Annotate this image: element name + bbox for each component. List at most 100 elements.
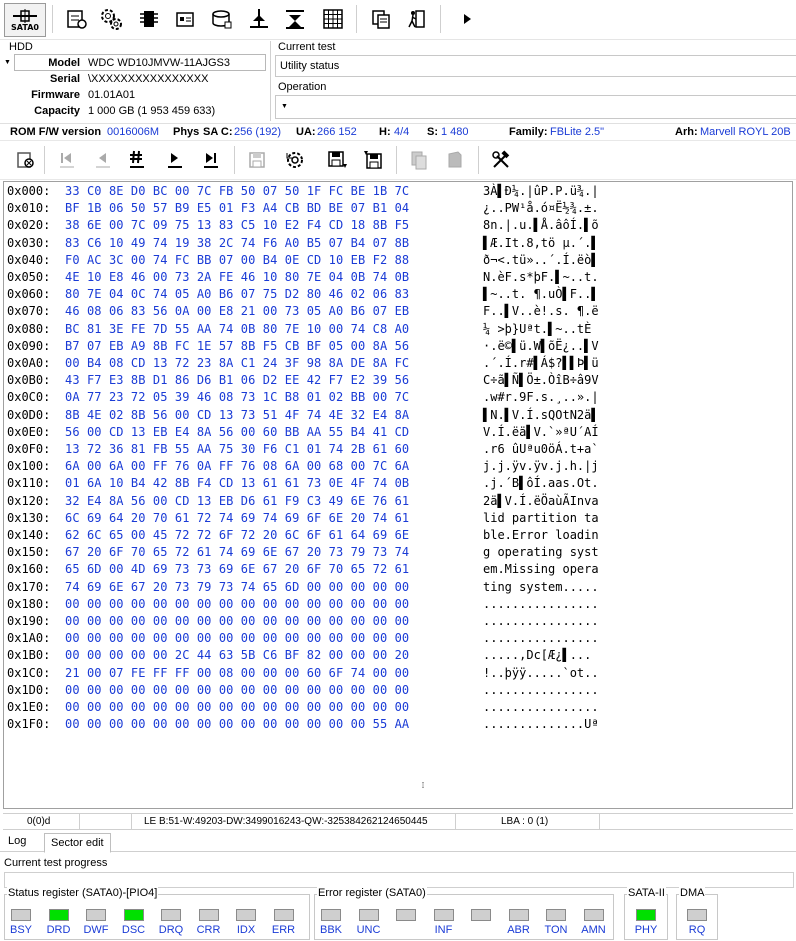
hex-bytes[interactable]: 0A 77 23 72 05 39 46 08 73 1C B8 01 02 B…	[65, 390, 409, 404]
tab-sector-edit[interactable]: Sector edit	[44, 833, 111, 853]
hex-bytes[interactable]: 46 08 06 83 56 0A 00 E8 21 00 73 05 A0 B…	[65, 304, 409, 318]
hex-bytes[interactable]: 32 E4 8A 56 00 CD 13 EB D6 61 F9 C3 49 6…	[65, 494, 409, 508]
first-sector-icon	[60, 153, 74, 168]
sector-open-button[interactable]	[10, 145, 40, 175]
first-sector-button[interactable]	[52, 145, 82, 175]
hex-ascii[interactable]: 3À▌Ð¼.|ûP.P.ü¾.|	[483, 184, 599, 198]
test-button[interactable]	[280, 4, 310, 34]
hex-bytes[interactable]: 38 6E 00 7C 09 75 13 83 C5 10 E2 F4 CD 1…	[65, 218, 409, 232]
read-sector-button[interactable]	[322, 145, 352, 175]
sata-connect-button[interactable]: SATA0	[4, 3, 46, 37]
hex-ascii[interactable]: j.j.ÿv.ÿv.j.h.|j	[483, 459, 599, 473]
hex-bytes[interactable]: 67 20 6F 70 65 72 61 74 69 6E 67 20 73 7…	[65, 545, 409, 559]
hex-offset: 0x110:	[7, 476, 51, 491]
hex-bytes[interactable]: 00 00 00 00 00 00 00 00 00 00 00 00 00 0…	[65, 700, 409, 714]
hex-editor[interactable]: 0x000: 33 C0 8E D0 BC 00 7C FB 50 07 50 1…	[3, 181, 793, 809]
hex-bytes[interactable]: 65 6D 00 4D 69 73 73 69 6E 67 20 6F 70 6…	[65, 562, 409, 576]
hex-ascii[interactable]: ð¬<.tü»..´.Í.ëò▌	[483, 253, 599, 267]
hex-bytes[interactable]: 00 00 00 00 00 00 00 00 00 00 00 00 00 0…	[65, 717, 409, 731]
current-test-panel: Current test Utility status	[270, 41, 796, 81]
hex-ascii[interactable]: ·.ë©▌ü.W▌õË¿..▌V	[483, 339, 599, 353]
settings-button[interactable]	[96, 4, 126, 34]
tab-log[interactable]: Log	[2, 832, 32, 852]
hex-bytes[interactable]: 00 00 00 00 00 00 00 00 00 00 00 00 00 0…	[65, 597, 409, 611]
error-led	[396, 909, 416, 921]
hex-ascii[interactable]: .´.Í.r#▌Á$?▌▌Þ▌ü	[483, 356, 599, 370]
hex-bytes[interactable]: 13 72 36 81 FB 55 AA 75 30 F6 C1 01 74 2…	[65, 442, 409, 456]
hex-bytes[interactable]: 4E 10 E8 46 00 73 2A FE 46 10 80 7E 04 0…	[65, 270, 409, 284]
hex-ascii[interactable]: ▌N.▌V.Í.sQOtN2ä▌	[483, 408, 599, 422]
hex-bytes[interactable]: 83 C6 10 49 74 19 38 2C 74 F6 A0 B5 07 B…	[65, 236, 409, 250]
hex-ascii[interactable]: .....,Dc[Æ¿▌...	[483, 648, 599, 662]
hex-ascii[interactable]: ble.Error loadin	[483, 528, 599, 542]
hex-ascii[interactable]: C÷ã▌Ñ▌Ö±.ÒîB÷â9V	[483, 373, 599, 387]
exit-button[interactable]	[402, 4, 432, 34]
drive-info-button[interactable]	[62, 4, 92, 34]
current-test-value: Utility status	[280, 60, 340, 72]
hex-ascii[interactable]: 8n.|.u.▌Å.âôÍ.▌õ	[483, 218, 599, 232]
hex-ascii[interactable]: ▌~..t. ¶.uÒ▌F..▌	[483, 287, 599, 301]
next-sector-button[interactable]	[160, 145, 190, 175]
grid-icon	[323, 9, 343, 29]
chip-button[interactable]	[134, 4, 164, 34]
hex-ascii[interactable]: 2ä▌V.Í.ëÖaùÃInva	[483, 494, 599, 508]
save-disabled-button[interactable]	[242, 145, 272, 175]
hex-bytes[interactable]: 01 6A 10 B4 42 8B F4 CD 13 61 61 73 0E 4…	[65, 476, 409, 490]
write-sector-button[interactable]	[358, 145, 388, 175]
refresh-button[interactable]	[280, 145, 310, 175]
hex-ascii[interactable]: lid partition ta	[483, 511, 599, 525]
copy-disabled-button[interactable]	[404, 145, 434, 175]
hex-bytes[interactable]: 6C 69 64 20 70 61 72 74 69 74 69 6F 6E 2…	[65, 511, 409, 525]
hex-ascii[interactable]: ▌Æ.It.8,tö µ.´.▌	[483, 236, 599, 250]
copy-button[interactable]	[366, 4, 396, 34]
hex-ascii[interactable]: ................	[483, 614, 599, 628]
paste-disabled-button[interactable]	[440, 145, 470, 175]
hex-ascii[interactable]: N.èF.s*þF.▌~..t.	[483, 270, 599, 284]
hex-bytes[interactable]: 56 00 CD 13 EB E4 8A 56 00 60 BB AA 55 B…	[65, 425, 409, 439]
tools-button[interactable]	[244, 4, 274, 34]
hex-bytes[interactable]: 00 00 00 00 00 00 00 00 00 00 00 00 00 0…	[65, 614, 409, 628]
last-sector-button[interactable]	[196, 145, 226, 175]
hex-bytes[interactable]: 00 00 00 00 00 00 00 00 00 00 00 00 00 0…	[65, 631, 409, 645]
hex-ascii[interactable]: ................	[483, 597, 599, 611]
prev-sector-button[interactable]	[88, 145, 118, 175]
hex-bytes[interactable]: 00 00 00 00 00 2C 44 63 5B C6 BF 82 00 0…	[65, 648, 409, 662]
hex-ascii[interactable]: ..............Uª	[483, 717, 599, 731]
hex-ascii[interactable]: em.Missing opera	[483, 562, 599, 576]
hex-ascii[interactable]: ting system.....	[483, 580, 599, 594]
hex-bytes[interactable]: 21 00 07 FE FF FF 00 08 00 00 00 60 6F 7…	[65, 666, 409, 680]
database-button[interactable]	[207, 4, 237, 34]
grid-button[interactable]	[318, 4, 348, 34]
hex-ascii[interactable]: F..▌V..è!.s. ¶.ë	[483, 304, 599, 318]
hex-bytes[interactable]: BC 81 3E FE 7D 55 AA 74 0B 80 7E 10 00 7…	[65, 322, 409, 336]
hex-ascii[interactable]: .j.´B▌ôÍ.aas.Ot.	[483, 476, 599, 490]
hex-bytes[interactable]: 80 7E 04 0C 74 05 A0 B6 07 75 D2 80 46 0…	[65, 287, 409, 301]
hex-bytes[interactable]: 43 F7 E3 8B D1 86 D6 B1 06 D2 EE 42 F7 E…	[65, 373, 409, 387]
hex-ascii[interactable]: ¿..PW¹å.ó¤Ë½¾.±.	[483, 201, 599, 215]
hex-bytes[interactable]: 62 6C 65 00 45 72 72 6F 72 20 6C 6F 61 6…	[65, 528, 409, 542]
sector-button[interactable]	[170, 4, 200, 34]
test-icon	[286, 10, 304, 29]
hex-bytes[interactable]: 00 B4 08 CD 13 72 23 8A C1 24 3F 98 8A D…	[65, 356, 409, 370]
hex-bytes[interactable]: 74 69 6E 67 20 73 79 73 74 65 6D 00 00 0…	[65, 580, 409, 594]
hex-ascii[interactable]: !..þÿÿ.....`ot..	[483, 666, 599, 680]
hex-ascii[interactable]: .r6 ûUªu0öÁ.t+a`	[483, 442, 599, 456]
hex-bytes[interactable]: 33 C0 8E D0 BC 00 7C FB 50 07 50 1F FC B…	[65, 184, 409, 198]
hex-ascii[interactable]: g operating syst	[483, 545, 599, 559]
hex-ascii[interactable]: ................	[483, 700, 599, 714]
hex-bytes[interactable]: F0 AC 3C 00 74 FC BB 07 00 B4 0E CD 10 E…	[65, 253, 409, 267]
hex-ascii[interactable]: .w#r.9F.s.¸..».|	[483, 390, 599, 404]
hex-ascii[interactable]: ................	[483, 683, 599, 697]
hex-ascii[interactable]: V.Í.ëä▌V.`»ªU´AÍ	[483, 425, 599, 439]
hex-bytes[interactable]: 8B 4E 02 8B 56 00 CD 13 73 51 4F 74 4E 3…	[65, 408, 409, 422]
hex-ascii[interactable]: ................	[483, 631, 599, 645]
play-button[interactable]	[452, 4, 482, 34]
hex-bytes[interactable]: 6A 00 6A 00 FF 76 0A FF 76 08 6A 00 68 0…	[65, 459, 409, 473]
tools-wrench-button[interactable]	[486, 145, 516, 175]
hex-bytes[interactable]: 00 00 00 00 00 00 00 00 00 00 00 00 00 0…	[65, 683, 409, 697]
operation-dropdown-icon[interactable]: ▼	[281, 103, 288, 110]
hex-bytes[interactable]: BF 1B 06 50 57 B9 E5 01 F3 A4 CB BD BE 0…	[65, 201, 409, 215]
hex-ascii[interactable]: ¼ >þ}Uªt.▌~..tÈ	[483, 322, 599, 336]
goto-sector-button[interactable]	[122, 145, 152, 175]
hex-bytes[interactable]: B7 07 EB A9 8B FC 1E 57 8B F5 CB BF 05 0…	[65, 339, 409, 353]
